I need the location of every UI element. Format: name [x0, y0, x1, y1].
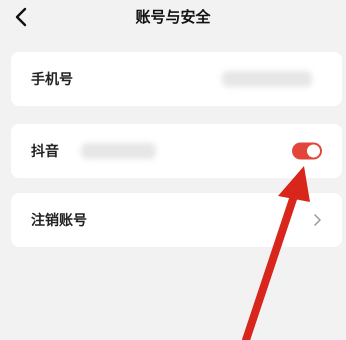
chevron-right-icon [314, 214, 321, 226]
phone-number-value-blurred [222, 71, 312, 87]
phone-number-row[interactable]: 手机号 [11, 52, 342, 106]
douyin-toggle[interactable] [292, 142, 322, 160]
page-title: 账号与安全 [135, 8, 211, 26]
toggle-knob [307, 144, 320, 158]
douyin-account-blurred [81, 143, 156, 159]
douyin-binding-row: 抖音 [11, 124, 342, 178]
deactivate-account-label: 注销账号 [31, 213, 87, 229]
douyin-label: 抖音 [31, 144, 59, 160]
phone-number-label: 手机号 [31, 72, 73, 88]
deactivate-account-row[interactable]: 注销账号 [11, 193, 342, 247]
header-bar: 账号与安全 [0, 0, 346, 36]
